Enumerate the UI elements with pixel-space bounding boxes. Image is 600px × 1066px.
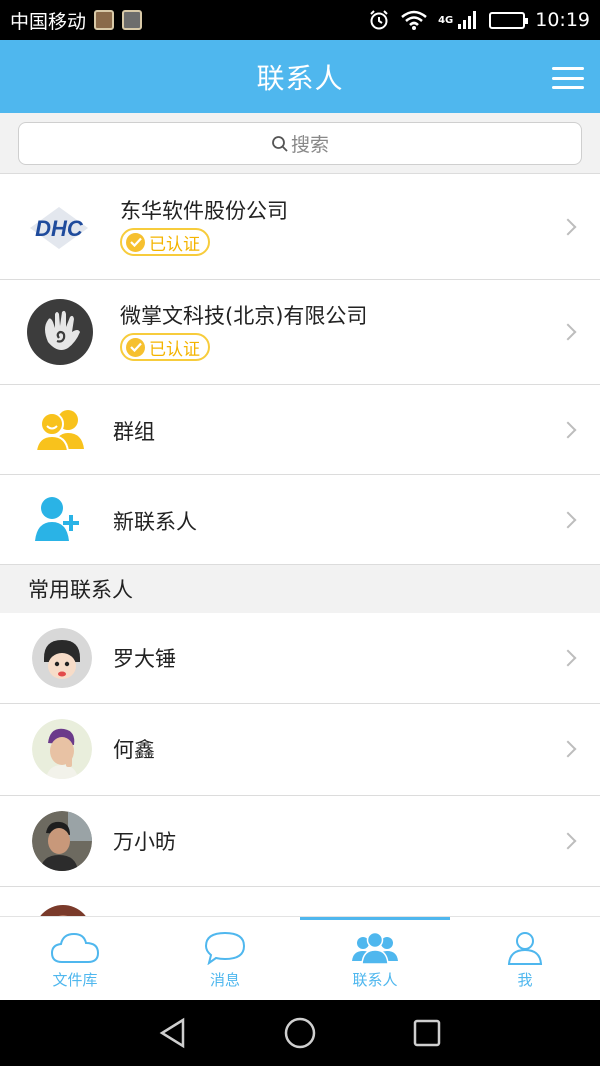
contact-item[interactable]: 何鑫	[0, 704, 600, 796]
weizhang-logo	[26, 298, 94, 366]
status-right: 4G 10:19	[368, 9, 590, 31]
carrier-label: 中国移动	[10, 10, 87, 33]
tab-library[interactable]: 文件库	[0, 917, 150, 1000]
signal-icon	[457, 10, 479, 30]
back-icon[interactable]	[158, 1017, 188, 1049]
network-type: 4G	[438, 15, 454, 26]
section-title: 常用联系人	[28, 578, 133, 602]
chevron-right-icon	[559, 218, 577, 236]
page-title: 联系人	[256, 61, 344, 95]
bottom-tab-bar: 文件库 消息 联系人 我	[0, 916, 600, 1000]
gallery-notification-icon	[122, 10, 143, 30]
chevron-right-icon	[559, 421, 577, 439]
svg-text:DHC: DHC	[35, 216, 84, 241]
new-contact-label: 新联系人	[113, 510, 197, 534]
avatar	[32, 811, 92, 871]
search-placeholder: 搜索	[290, 134, 329, 156]
new-contact-item[interactable]: 新联系人	[0, 475, 600, 565]
search-bar: 搜索	[0, 113, 600, 174]
system-nav-bar	[0, 1000, 600, 1066]
tab-label: 消息	[209, 971, 240, 989]
groups-label: 群组	[113, 420, 155, 444]
alarm-icon	[368, 9, 390, 31]
tab-messages[interactable]: 消息	[150, 917, 300, 1000]
organization-item-weizhang[interactable]: 微掌文科技(北京)有限公司 已认证	[0, 280, 600, 385]
tab-label: 我	[517, 971, 533, 989]
app-header: 联系人	[0, 40, 600, 113]
verified-label: 已认证	[149, 234, 200, 255]
contact-item[interactable]: 万小昉	[0, 796, 600, 887]
contact-name: 何鑫	[113, 738, 155, 762]
chevron-right-icon	[559, 323, 577, 341]
verified-badge: 已认证	[120, 333, 210, 361]
tab-me[interactable]: 我	[450, 917, 600, 1000]
contact-name: 罗大锤	[113, 647, 176, 671]
chevron-right-icon	[559, 511, 577, 529]
avatar	[32, 719, 92, 779]
verified-badge: 已认证	[120, 228, 210, 256]
tab-label: 文件库	[52, 971, 98, 989]
check-icon	[126, 232, 145, 252]
search-input[interactable]: 搜索	[18, 122, 582, 165]
groups-item[interactable]: 群组	[0, 385, 600, 475]
tab-label: 联系人	[352, 971, 398, 989]
search-icon	[272, 135, 288, 152]
home-icon[interactable]	[283, 1016, 317, 1050]
chevron-right-icon	[559, 832, 577, 850]
tab-contacts[interactable]: 联系人	[300, 917, 450, 1000]
status-bar: 中国移动 4G 10:19	[0, 0, 600, 40]
add-contact-icon	[34, 495, 86, 543]
battery-icon	[489, 11, 529, 29]
status-left: 中国移动	[10, 7, 143, 34]
chevron-right-icon	[559, 740, 577, 758]
menu-icon[interactable]	[552, 67, 584, 89]
chevron-right-icon	[559, 649, 577, 667]
verified-label: 已认证	[149, 339, 200, 360]
notification-icon	[94, 10, 115, 30]
check-icon	[126, 337, 145, 357]
recent-apps-icon[interactable]	[412, 1018, 442, 1048]
clock: 10:19	[535, 9, 590, 31]
chat-bubble-icon	[204, 931, 246, 965]
wifi-icon	[400, 9, 428, 31]
person-icon	[507, 932, 543, 965]
organization-name: 东华软件股份公司	[120, 199, 288, 223]
group-icon	[34, 407, 86, 453]
organization-item-dhc[interactable]: DHC 东华软件股份公司 已认证	[0, 175, 600, 280]
cloud-icon	[50, 932, 100, 963]
avatar	[32, 628, 92, 688]
contact-item[interactable]: 罗大锤	[0, 613, 600, 704]
contacts-icon	[352, 931, 398, 965]
organization-name: 微掌文科技(北京)有限公司	[120, 304, 368, 328]
frequent-contacts-header: 常用联系人	[0, 565, 600, 613]
contact-name: 万小昉	[113, 830, 176, 854]
dhc-logo: DHC	[24, 203, 94, 253]
